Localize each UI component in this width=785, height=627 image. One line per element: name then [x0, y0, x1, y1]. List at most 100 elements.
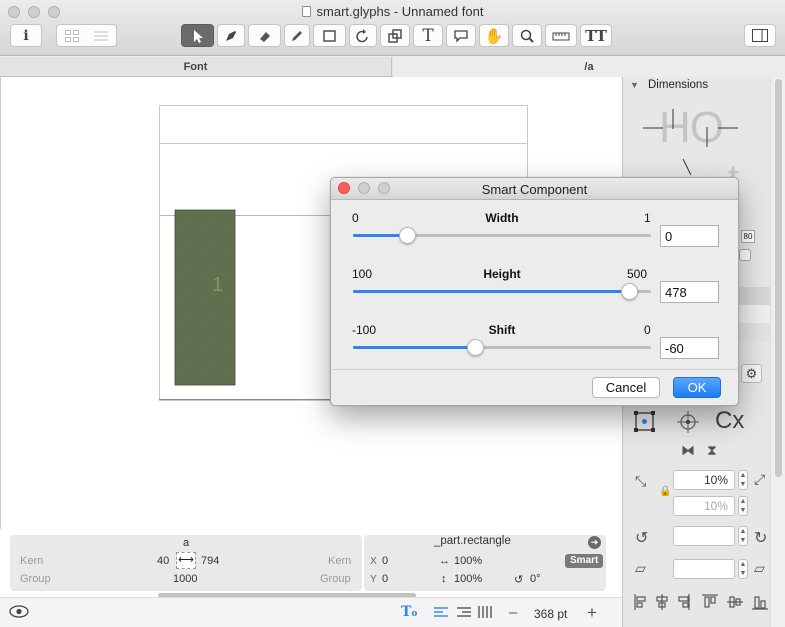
measure-tool-icon [552, 30, 570, 42]
scale-field[interactable]: 10% [673, 470, 735, 490]
status-bar: To – 368 pt + [0, 597, 622, 627]
text-columns-icon: TT [585, 26, 607, 45]
slant-left-icon[interactable]: ▱ [635, 560, 646, 577]
gear-icon[interactable]: ⚙ [741, 364, 762, 383]
component-shape[interactable] [174, 209, 236, 386]
slant-right-icon[interactable]: ▱ [754, 560, 765, 577]
lock-icon[interactable]: 🔒 [659, 486, 671, 497]
origin-crosshair-icon[interactable] [676, 410, 700, 434]
selection-bbox-icon[interactable] [633, 410, 657, 434]
pen-tool-button[interactable] [217, 24, 245, 47]
sidebar-toggle-icon [752, 29, 768, 42]
scale-apply-icon[interactable]: ⤢ [754, 471, 765, 488]
y-value[interactable]: 0 [382, 573, 388, 585]
slant-stepper[interactable]: ▲ ▼ [738, 559, 748, 579]
annotation-tool-icon [453, 28, 469, 44]
width-slider[interactable] [353, 227, 651, 244]
scale-stepper-2[interactable]: ▲ ▼ [738, 496, 748, 516]
text-columns-button[interactable]: TT [580, 24, 612, 47]
annotation-tool-button[interactable] [446, 24, 476, 47]
grid-view-icon[interactable] [64, 29, 79, 42]
rotate-ccw-icon[interactable]: ↺ [635, 528, 648, 548]
measure-tool-button[interactable] [545, 24, 577, 47]
select-tool-button[interactable] [181, 24, 214, 47]
width-slider-thumb[interactable] [398, 227, 416, 244]
hand-tool-button[interactable]: ✋ [479, 24, 509, 47]
panel-scrollbar-thumb[interactable] [775, 79, 782, 477]
partial-checkbox[interactable] [739, 249, 751, 261]
list-view-icon[interactable] [94, 30, 109, 42]
cancel-button[interactable]: Cancel [592, 377, 660, 398]
width-handle-icon[interactable]: ⟷ [176, 552, 196, 569]
rotate-tool-button[interactable] [349, 24, 377, 47]
scale-x-value[interactable]: 100% [454, 555, 482, 567]
zoom-in-button[interactable]: + [587, 603, 597, 623]
dialog-title: Smart Component [481, 182, 588, 197]
shift-value-field[interactable]: -60 [660, 337, 719, 359]
pencil-tool-button[interactable] [284, 24, 310, 47]
flip-vertical-icon[interactable]: ⧗ [707, 442, 717, 459]
left-kern-value[interactable]: 40 [157, 555, 169, 567]
rotate-tool-icon [355, 28, 371, 44]
slant-field[interactable] [673, 559, 735, 579]
sidebar-toggle-button[interactable] [744, 24, 776, 47]
tab-strip: Font /a [0, 57, 785, 77]
smart-badge[interactable]: Smart [565, 554, 604, 568]
smart-component-dialog: Smart Component 0 Width 1 0 100 Height 5… [330, 177, 739, 406]
group-value[interactable]: 1000 [173, 573, 197, 585]
rotation-value[interactable]: 0° [530, 573, 541, 585]
go-to-component-icon[interactable]: ➜ [588, 536, 601, 549]
panel-scrollbar[interactable] [770, 77, 785, 627]
align-tools[interactable] [632, 592, 772, 612]
info-bar: a Kern Group 40 ⟷ 794 1000 Kern Group _p… [0, 529, 622, 598]
view-mode-segment[interactable] [56, 24, 117, 47]
y-label: Y [370, 574, 377, 585]
shift-slider[interactable] [353, 339, 651, 356]
hand-tool-icon: ✋ [484, 27, 504, 45]
kern-label: Kern [20, 555, 44, 567]
scale-y-icon: ↕ [441, 573, 447, 585]
rectangle-tool-button[interactable] [313, 24, 346, 47]
eraser-tool-button[interactable] [248, 24, 281, 47]
text-tool-button[interactable]: T [413, 24, 443, 47]
align-left-icon[interactable] [434, 607, 448, 621]
x-value[interactable]: 0 [382, 555, 388, 567]
height-value-field[interactable]: 478 [660, 281, 719, 303]
ok-button[interactable]: OK [673, 377, 721, 398]
dialog-titlebar: Smart Component [331, 178, 738, 200]
scale-icon[interactable]: ⤡ [635, 473, 646, 490]
zoom-tool-button[interactable] [512, 24, 542, 47]
width-slider-label: Width [485, 211, 519, 225]
text-size-icon[interactable]: To [401, 604, 417, 620]
window-title: smart.glyphs - Unnamed font [0, 4, 785, 19]
width-value[interactable]: 794 [201, 555, 219, 567]
info-icon: i [23, 27, 29, 44]
scale-tool-button[interactable] [380, 24, 410, 47]
partial-field[interactable]: 80 [741, 230, 755, 243]
rotate-field[interactable] [673, 526, 735, 546]
zoom-value[interactable]: 368 pt [534, 607, 567, 621]
width-value-field[interactable]: 0 [660, 225, 719, 247]
disclosure-triangle-icon[interactable]: ▼ [630, 80, 639, 90]
text-tool-icon: T [422, 25, 434, 46]
scale-y-value[interactable]: 100% [454, 573, 482, 585]
dimensions-title: Dimensions [648, 79, 709, 91]
flip-horizontal-icon[interactable]: ⧓ [681, 442, 695, 459]
tab-glyph-a[interactable]: /a [393, 57, 785, 77]
glyph-info-box: a Kern Group 40 ⟷ 794 1000 Kern Group [10, 535, 362, 591]
align-right-icon[interactable] [457, 607, 471, 621]
zoom-out-button[interactable]: – [509, 604, 517, 621]
scale-field-2[interactable]: 10% [673, 496, 735, 516]
transform-origin-label[interactable]: Cx [715, 407, 744, 435]
tab-font[interactable]: Font [0, 57, 392, 77]
info-button[interactable]: i [10, 24, 42, 47]
eye-icon[interactable] [9, 605, 29, 621]
height-slider[interactable] [353, 283, 651, 300]
rotate-stepper[interactable]: ▲ ▼ [738, 526, 748, 546]
shift-slider-thumb[interactable] [467, 339, 485, 356]
scale-stepper[interactable]: ▲ ▼ [738, 470, 748, 490]
columns-icon[interactable] [478, 606, 492, 621]
width-max-label: 1 [644, 211, 651, 225]
height-slider-thumb[interactable] [620, 283, 638, 300]
rotate-cw-icon[interactable]: ↻ [754, 528, 767, 548]
